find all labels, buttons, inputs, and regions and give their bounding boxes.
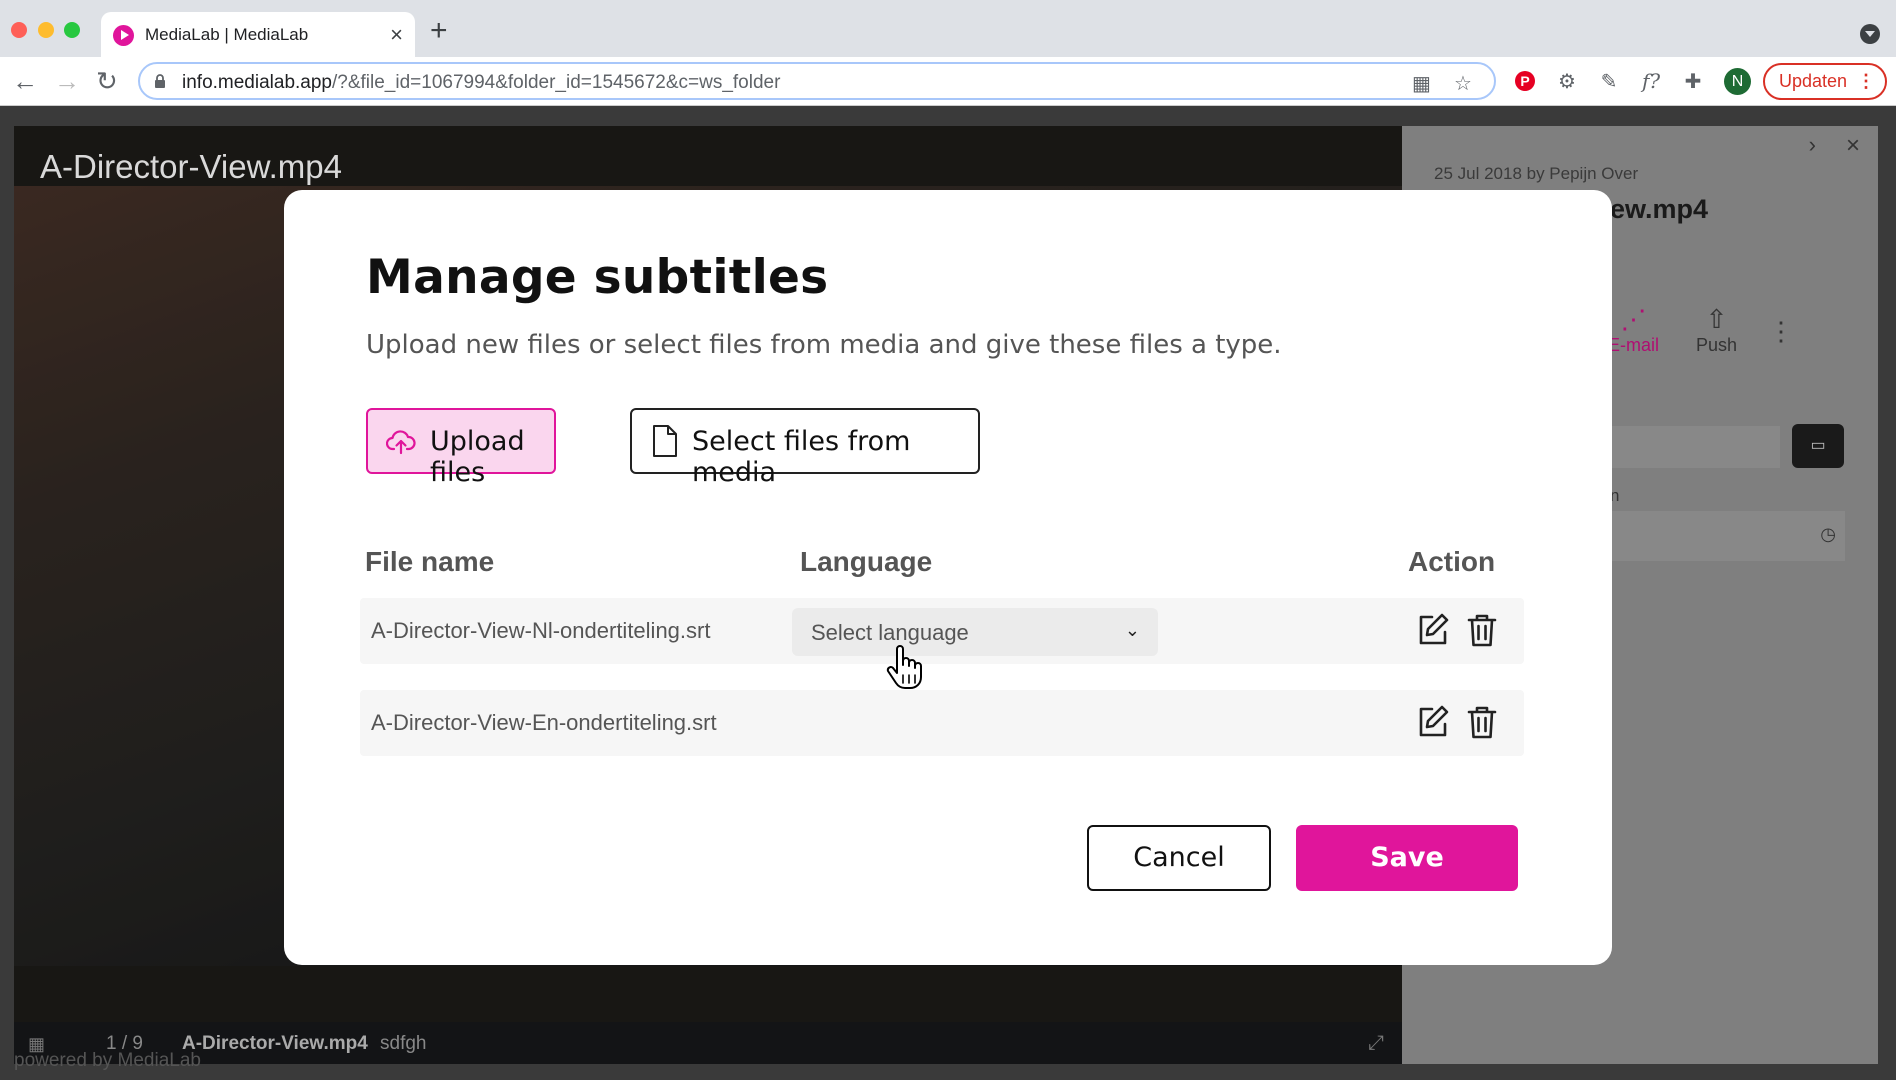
column-header-action: Action bbox=[1408, 546, 1496, 577]
trash-icon[interactable] bbox=[1466, 704, 1498, 740]
trash-icon[interactable] bbox=[1466, 612, 1498, 648]
column-header-language: Language bbox=[800, 546, 933, 577]
select-from-media-button[interactable]: Select files from media bbox=[630, 408, 980, 488]
save-button[interactable]: Save bbox=[1296, 825, 1518, 891]
eyedropper-extension-icon[interactable]: ✎ bbox=[1596, 68, 1622, 94]
browser-tab-bar: MediaLab | MediaLab × + bbox=[0, 0, 1896, 57]
table-row: A-Director-View-En-ondertiteling.srt bbox=[360, 690, 1524, 756]
close-window-button[interactable] bbox=[11, 22, 27, 38]
tab-search-icon[interactable] bbox=[1860, 24, 1880, 44]
date-field[interactable] bbox=[1610, 511, 1845, 561]
upload-icon: ⇧ bbox=[1705, 304, 1728, 334]
dialog-title: Manage subtitles bbox=[366, 250, 829, 305]
medialab-favicon-icon bbox=[113, 25, 134, 46]
more-vertical-icon: ⋮ bbox=[1857, 71, 1875, 91]
pinterest-extension-icon[interactable]: P bbox=[1512, 68, 1538, 94]
hand-pointer-cursor-icon bbox=[886, 645, 922, 689]
new-tab-button[interactable]: + bbox=[430, 14, 448, 48]
browser-toolbar: ← → ↻ info.medialab.app/?&file_id=106799… bbox=[0, 57, 1896, 106]
push-action-label: Push bbox=[1696, 335, 1738, 355]
upload-files-label: Upload files bbox=[430, 426, 525, 488]
column-header-file-name: File name bbox=[365, 546, 495, 577]
update-browser-button[interactable]: Updaten ⋮ bbox=[1763, 63, 1887, 100]
select-from-media-label: Select files from media bbox=[692, 426, 911, 488]
reload-icon[interactable]: ↻ bbox=[96, 66, 118, 97]
edit-icon[interactable] bbox=[1416, 612, 1450, 648]
email-action[interactable]: ⋰ E-mail bbox=[1608, 304, 1659, 356]
comment-send-button[interactable]: ▭ bbox=[1792, 424, 1844, 468]
chevron-down-icon: ⌄ bbox=[1124, 620, 1140, 640]
font-finder-extension-icon[interactable]: f? bbox=[1638, 68, 1664, 94]
forward-arrow-icon[interactable]: → bbox=[54, 66, 80, 97]
update-label: Updaten bbox=[1779, 71, 1848, 91]
table-row: A-Director-View-Nl-ondertiteling.srt Sel… bbox=[360, 598, 1524, 664]
address-bar[interactable]: info.medialab.app/?&file_id=1067994&fold… bbox=[138, 62, 1496, 100]
subtitle-file-name: A-Director-View-En-ondertiteling.srt bbox=[371, 710, 717, 735]
qr-code-icon[interactable]: ▦ bbox=[1412, 71, 1431, 96]
language-select-value: Select language bbox=[811, 620, 969, 645]
lock-icon bbox=[155, 74, 165, 88]
bookmark-star-icon[interactable]: ☆ bbox=[1454, 71, 1472, 96]
svg-text:P: P bbox=[1520, 73, 1529, 89]
viewer-title: A-Director-View.mp4 bbox=[40, 148, 342, 185]
maximize-window-button[interactable] bbox=[64, 22, 80, 38]
upload-date: 25 Jul 2018 by Pepijn Over bbox=[1434, 164, 1639, 183]
dialog-subtitle: Upload new files or select files from me… bbox=[366, 330, 1282, 360]
subtitle-file-name: A-Director-View-Nl-ondertiteling.srt bbox=[371, 618, 711, 643]
settings-extension-icon[interactable]: ⚙ bbox=[1554, 68, 1580, 94]
side-panel-title: ew.mp4 bbox=[1610, 194, 1709, 224]
document-icon bbox=[653, 425, 677, 457]
clock-icon: ◷ bbox=[1820, 524, 1836, 544]
more-vertical-icon[interactable]: ⋮ bbox=[1768, 316, 1794, 347]
edit-icon[interactable] bbox=[1416, 704, 1450, 740]
manage-subtitles-dialog: Manage subtitles Upload new files or sel… bbox=[284, 190, 1612, 965]
push-action[interactable]: ⇧ Push bbox=[1696, 304, 1737, 356]
bottom-file-name: A-Director-View.mp4 bbox=[182, 1033, 368, 1054]
tab-title: MediaLab | MediaLab bbox=[145, 25, 309, 44]
powered-by-text: powered by MediaLab bbox=[14, 1050, 201, 1071]
language-select[interactable]: Select language ⌄ bbox=[792, 608, 1158, 656]
browser-tab[interactable]: MediaLab | MediaLab × bbox=[101, 12, 415, 57]
cancel-button[interactable]: Cancel bbox=[1087, 825, 1271, 891]
cloud-upload-icon bbox=[386, 430, 416, 455]
email-action-label: E-mail bbox=[1608, 335, 1660, 355]
fullscreen-icon[interactable]: ⤢ bbox=[1368, 1032, 1384, 1055]
close-icon[interactable]: × bbox=[1846, 132, 1860, 160]
url-text: info.medialab.app/?&file_id=1067994&fold… bbox=[182, 72, 781, 93]
profile-avatar[interactable]: N bbox=[1724, 68, 1751, 95]
viewer-bottom-bar: ▦ 1 / 9 A-Director-View.mp4 sdfgh ⤢ bbox=[14, 1022, 1402, 1064]
extensions-puzzle-icon[interactable]: ✚ bbox=[1680, 68, 1706, 94]
share-icon: ⋰ bbox=[1620, 304, 1647, 334]
tab-close-icon[interactable]: × bbox=[390, 22, 403, 48]
minimize-window-button[interactable] bbox=[38, 22, 54, 38]
chevron-right-icon[interactable]: › bbox=[1809, 132, 1816, 158]
bottom-description: sdfgh bbox=[380, 1033, 427, 1054]
comment-input[interactable] bbox=[1610, 426, 1780, 468]
upload-files-button[interactable]: Upload files bbox=[366, 408, 556, 488]
back-arrow-icon[interactable]: ← bbox=[12, 66, 38, 97]
